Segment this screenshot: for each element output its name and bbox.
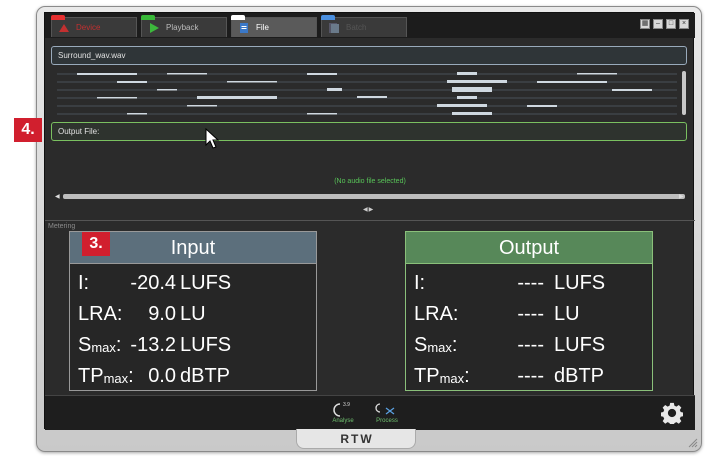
row-value: 0.0	[148, 365, 176, 387]
analyse-button[interactable]: 3.9 Analyse	[325, 400, 361, 424]
analyse-label: Analyse	[332, 418, 354, 424]
process-label: Process	[376, 418, 398, 424]
skip-navigation-icon[interactable]: ◀▶	[363, 206, 374, 213]
row-key: Smax:	[78, 334, 122, 356]
tab-bar: Device Playback File Batch ▦ – □ ×	[45, 13, 695, 38]
output-file-label: Output File:	[58, 127, 100, 136]
input-row-lra: LRA: 9.0 LU	[70, 299, 316, 330]
row-value: -20.4	[130, 272, 176, 294]
tab-file-label: File	[256, 23, 269, 32]
row-value: ----	[517, 365, 544, 387]
callout-3: 3.	[82, 232, 110, 256]
row-unit: LUFS	[180, 334, 232, 356]
input-row-smax: Smax: -13.2 LUFS	[70, 330, 316, 361]
tab-file[interactable]: File	[231, 15, 317, 37]
brand-tab: RTW	[296, 429, 416, 449]
gear-icon[interactable]	[661, 402, 683, 424]
tab-playback-label: Playback	[166, 23, 199, 32]
row-value: ----	[517, 334, 544, 356]
scroll-right-icon[interactable]: ▶	[679, 193, 684, 200]
metering-label: Metering	[48, 223, 76, 230]
callout-4: 4.	[14, 118, 42, 142]
layout-icon[interactable]: ▦	[640, 19, 650, 29]
process-icon	[369, 400, 405, 418]
tab-playback[interactable]: Playback	[141, 15, 227, 37]
minimize-icon[interactable]: –	[653, 19, 663, 29]
timeline-scrollbar[interactable]	[63, 194, 685, 199]
row-key: I:	[414, 272, 426, 294]
row-key: TPmax:	[414, 365, 470, 387]
output-row-lra: LRA: ---- LU	[406, 299, 652, 330]
row-unit: LU	[554, 303, 580, 325]
row-key: TPmax:	[78, 365, 134, 387]
row-unit: LU	[180, 303, 206, 325]
analyse-icon: 3.9	[325, 400, 361, 418]
file-icon	[240, 22, 248, 33]
output-panel-title: Output	[406, 232, 652, 264]
no-audio-status: (No audio file selected)	[334, 178, 406, 185]
row-key: I:	[78, 272, 90, 294]
input-file-field[interactable]: Surround_wav.wav	[51, 46, 687, 65]
input-file-name: Surround_wav.wav	[58, 51, 126, 60]
input-row-integrated: I: -20.4 LUFS	[70, 268, 316, 299]
output-file-field[interactable]: Output File:	[51, 122, 687, 141]
row-unit: LUFS	[180, 272, 232, 294]
row-key: LRA:	[414, 303, 459, 325]
row-key: Smax:	[414, 334, 458, 356]
row-unit: LUFS	[554, 272, 606, 294]
row-unit: dBTP	[554, 365, 605, 387]
row-unit: LUFS	[554, 334, 606, 356]
close-icon[interactable]: ×	[679, 19, 689, 29]
svg-text:3.9: 3.9	[343, 402, 350, 408]
tab-device-label: Device	[76, 23, 101, 32]
waveform-vertical-scrollbar[interactable]	[682, 71, 686, 115]
output-meter-panel: Output I: ---- LUFS LRA: ---- LU Smax: -…	[405, 231, 653, 391]
bottom-toolbar: 3.9 Analyse Process	[45, 395, 695, 430]
output-row-tpmax: TPmax: ---- dBTP	[406, 361, 652, 392]
maximize-icon[interactable]: □	[666, 19, 676, 29]
play-icon	[150, 22, 159, 33]
row-key: LRA:	[78, 303, 123, 325]
app-window: Device Playback File Batch ▦ – □ × Surro…	[44, 12, 695, 430]
device-icon	[59, 23, 69, 32]
row-value: -13.2	[130, 334, 176, 356]
window-controls: ▦ – □ ×	[640, 19, 689, 29]
scroll-left-icon[interactable]: ◀	[55, 193, 60, 200]
row-value: ----	[517, 272, 544, 294]
row-unit: dBTP	[180, 365, 231, 387]
batch-icon	[329, 22, 339, 33]
waveform-display[interactable]	[57, 68, 677, 120]
input-row-tpmax: TPmax: 0.0 dBTP	[70, 361, 316, 392]
resize-grip-icon[interactable]	[686, 436, 698, 448]
section-divider	[45, 220, 695, 221]
row-value: ----	[517, 303, 544, 325]
row-value: 9.0	[148, 303, 176, 325]
process-button[interactable]: Process	[369, 400, 405, 424]
rtw-logo: RTW	[340, 432, 374, 446]
output-row-integrated: I: ---- LUFS	[406, 268, 652, 299]
output-row-smax: Smax: ---- LUFS	[406, 330, 652, 361]
tab-batch-label: Batch	[346, 23, 367, 32]
tab-batch[interactable]: Batch	[321, 15, 407, 37]
mouse-pointer-icon	[205, 128, 220, 149]
tab-device[interactable]: Device	[51, 15, 137, 37]
